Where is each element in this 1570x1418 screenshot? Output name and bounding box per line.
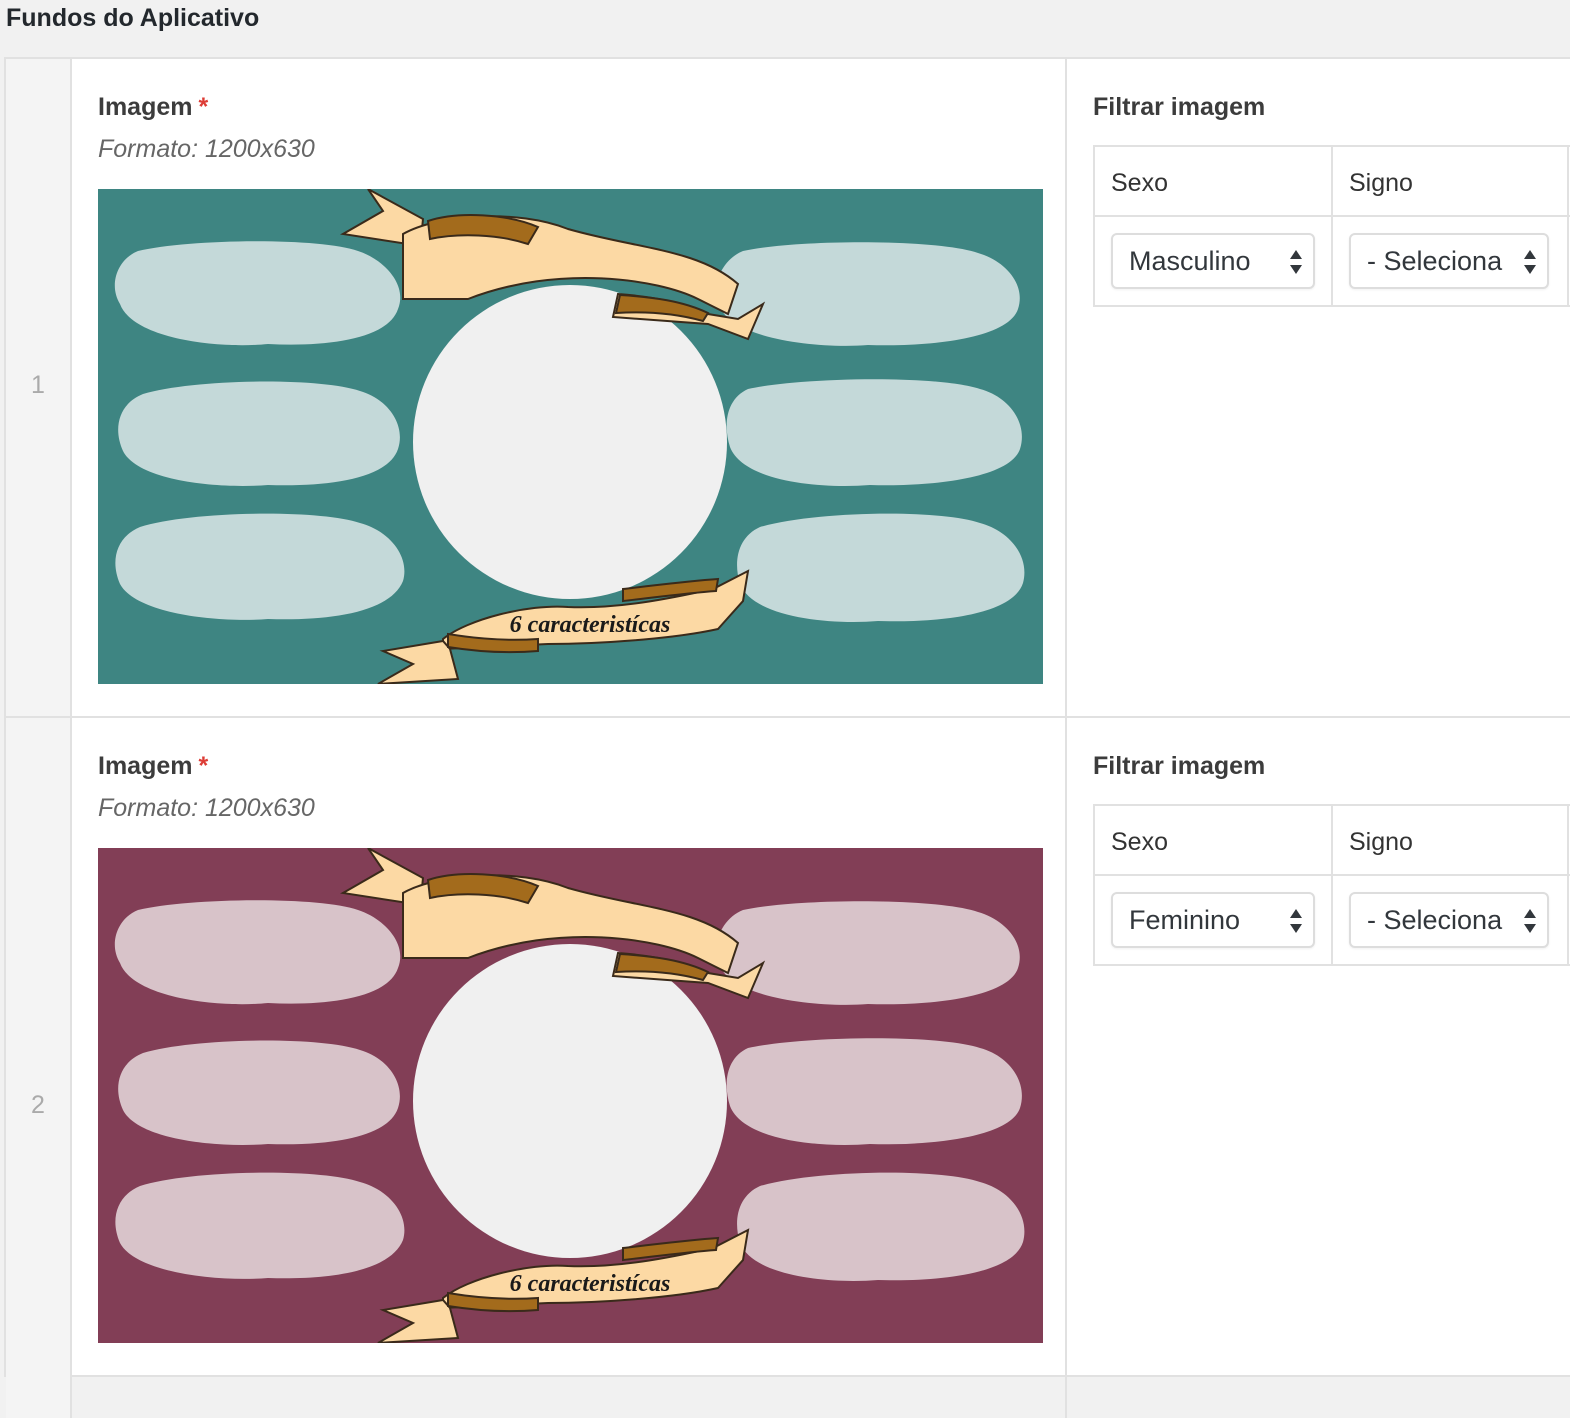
- background-image-wine: 6 caracteristícas: [98, 848, 1043, 1343]
- updown-arrows-icon: [1290, 250, 1302, 274]
- repeater-row: 1 Imagem * Formato: 1200x630 6 caracteri…: [6, 59, 1570, 718]
- column-header-signo: Signo: [1349, 828, 1413, 856]
- column-header-sexo: Sexo: [1111, 169, 1168, 197]
- image-field-label: Imagem *: [98, 752, 209, 780]
- image-field-label: Imagem *: [98, 93, 209, 121]
- column-header-signo: Signo: [1349, 169, 1413, 197]
- repeater-row: 2 Imagem * Formato: 1200x630 6 caracteri…: [6, 718, 1570, 1418]
- required-mark: *: [198, 752, 209, 780]
- section-title: Fundos do Aplicativo: [6, 4, 260, 32]
- image-preview[interactable]: 6 caracteristícas: [98, 189, 1043, 684]
- image-field-instructions: Formato: 1200x630: [98, 794, 315, 822]
- signo-select[interactable]: - Seleciona: [1349, 233, 1549, 289]
- row-index: 1: [31, 371, 45, 399]
- column-header-sexo: Sexo: [1111, 828, 1168, 856]
- filter-field-label: Filtrar imagem: [1093, 93, 1266, 121]
- row-order-handle[interactable]: 1: [6, 59, 72, 716]
- filter-sub-table: Sexo Signo Masculino - Seleciona: [1093, 145, 1570, 307]
- column-divider: [1331, 147, 1333, 305]
- repeater-table: 1 Imagem * Formato: 1200x630 6 caracteri…: [4, 57, 1570, 1418]
- background-image-teal: 6 caracteristícas: [98, 189, 1043, 684]
- filter-field: Filtrar imagem Sexo Signo Feminino - Sel…: [1069, 718, 1570, 1418]
- filter-field: Filtrar imagem Sexo Signo Masculino - Se…: [1069, 59, 1570, 716]
- image-preview[interactable]: 6 caracteristícas: [98, 848, 1043, 1343]
- signo-select[interactable]: - Seleciona: [1349, 892, 1549, 948]
- filter-field-label: Filtrar imagem: [1093, 752, 1266, 780]
- svg-text:6 caracteristícas: 6 caracteristícas: [510, 1271, 671, 1297]
- row-order-handle[interactable]: 2: [6, 718, 72, 1418]
- image-field: Imagem * Formato: 1200x630 6 caracterist…: [74, 59, 1067, 716]
- updown-arrows-icon: [1524, 909, 1536, 933]
- updown-arrows-icon: [1290, 909, 1302, 933]
- filter-sub-table: Sexo Signo Feminino - Seleciona: [1093, 804, 1570, 966]
- column-divider: [1331, 806, 1333, 964]
- updown-arrows-icon: [1524, 250, 1536, 274]
- row-index: 2: [31, 1091, 45, 1119]
- sexo-select[interactable]: Masculino: [1111, 233, 1315, 289]
- image-field: Imagem * Formato: 1200x630 6 caracterist…: [74, 718, 1067, 1418]
- required-mark: *: [198, 93, 209, 121]
- column-divider: [1567, 147, 1569, 305]
- column-divider: [1567, 806, 1569, 964]
- image-field-instructions: Formato: 1200x630: [98, 135, 315, 163]
- sexo-select[interactable]: Feminino: [1111, 892, 1315, 948]
- svg-text:6 caracteristícas: 6 caracteristícas: [510, 612, 671, 638]
